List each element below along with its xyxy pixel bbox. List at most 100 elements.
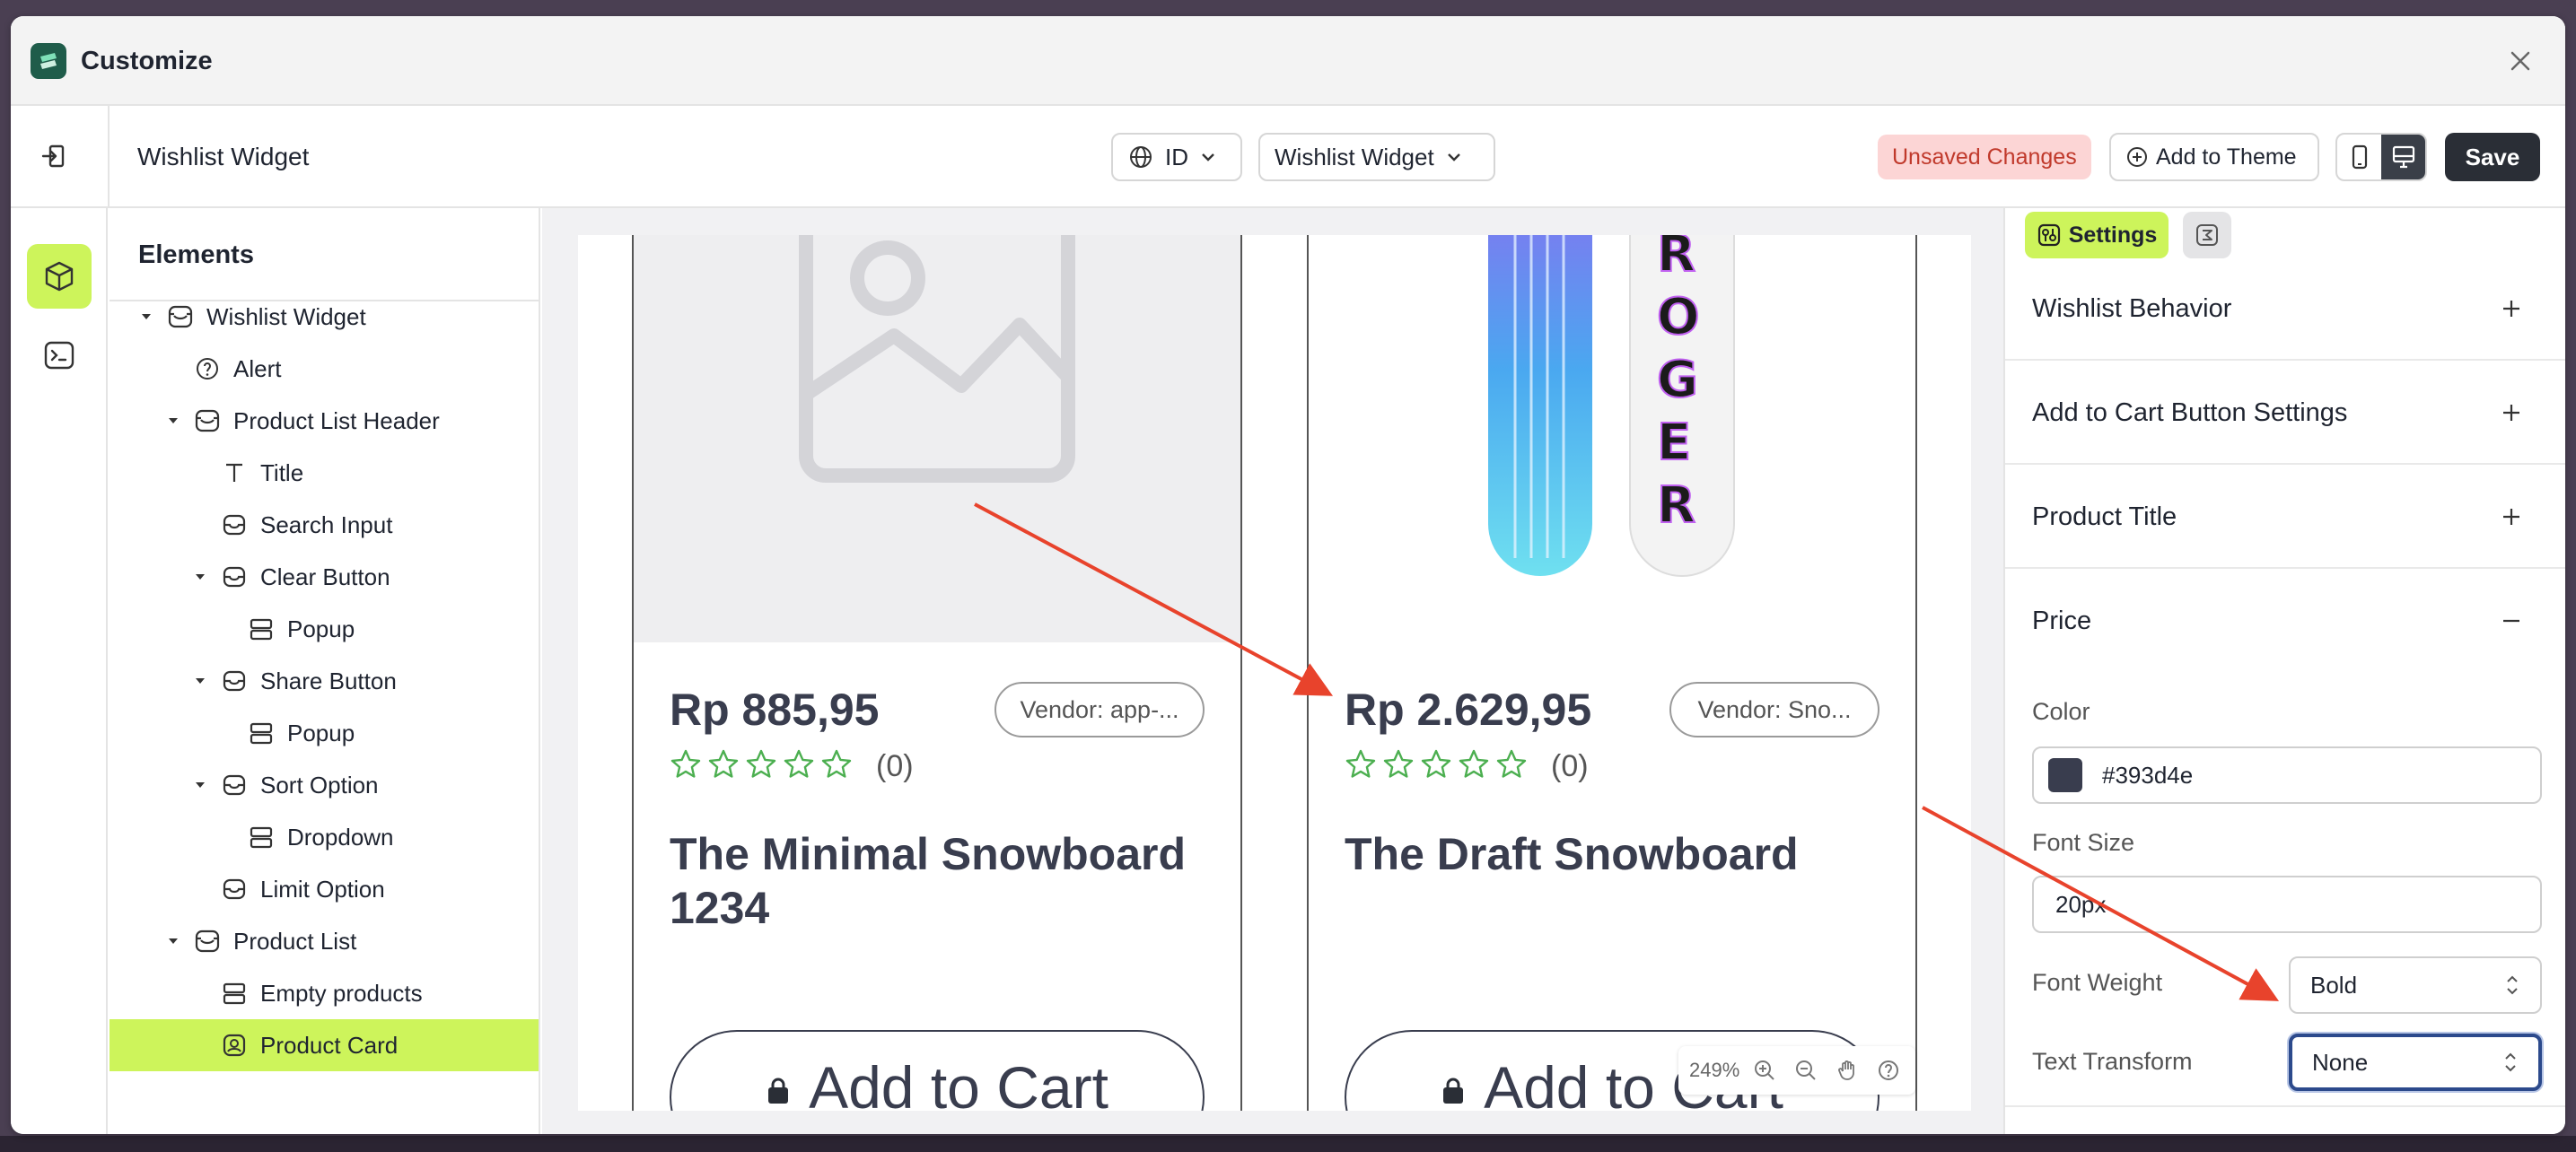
tree-item-alert[interactable]: Alert	[110, 343, 539, 395]
globe-icon	[1130, 146, 1152, 168]
settings-sliders-icon	[2037, 223, 2060, 247]
tree-item-label: Share Button	[260, 667, 397, 694]
color-field[interactable]: #393d4e	[2032, 746, 2542, 804]
save-button[interactable]: Save	[2445, 133, 2540, 181]
exit-icon[interactable]	[36, 138, 72, 174]
tree-item-label: Alert	[233, 354, 282, 382]
star-icon	[1383, 749, 1414, 778]
tree-item-label: Limit Option	[260, 875, 385, 903]
close-icon[interactable]	[2502, 43, 2538, 79]
plus-icon[interactable]	[2493, 395, 2529, 431]
widget-icon	[194, 928, 221, 955]
star-icon	[670, 749, 701, 778]
svg-text:R: R	[1657, 235, 1695, 284]
shopping-bag-icon	[768, 1078, 789, 1104]
tree-item-empty-products[interactable]: Empty products	[110, 967, 539, 1019]
help-circle-icon	[194, 355, 221, 382]
add-to-cart-button[interactable]: Add to Cart	[670, 1030, 1205, 1111]
divider	[108, 106, 110, 206]
header-toolbar: Wishlist Widget ID Wishlist Widget Unsav…	[11, 106, 2565, 208]
rating-count: (0)	[876, 749, 914, 783]
plus-circle-icon	[2127, 147, 2147, 167]
shopping-bag-icon	[1443, 1078, 1464, 1104]
caret-down-icon[interactable]	[165, 935, 181, 947]
caret-down-icon[interactable]	[192, 571, 208, 583]
widget-icon	[194, 407, 221, 434]
svg-text:G: G	[1657, 351, 1698, 409]
code-terminal-icon[interactable]	[27, 323, 92, 388]
tree-item-wishlist-widget[interactable]: Wishlist Widget	[110, 291, 539, 343]
tree-item-popup[interactable]: Popup	[110, 707, 539, 759]
tree-item-dropdown[interactable]: Dropdown	[110, 811, 539, 863]
inbox-icon	[221, 876, 248, 903]
section-label: Wishlist Behavior	[2032, 294, 2232, 323]
caret-down-icon[interactable]	[138, 310, 154, 323]
minus-icon[interactable]	[2493, 603, 2529, 639]
tree-item-title[interactable]: Title	[110, 447, 539, 499]
tree-item-label: Popup	[287, 615, 355, 642]
inbox-icon	[221, 772, 248, 799]
tab-settings[interactable]: Settings	[2025, 212, 2169, 258]
section-label: Price	[2032, 607, 2092, 635]
desktop-view-icon[interactable]	[2381, 135, 2425, 179]
font-size-field[interactable]: 20px	[2032, 876, 2542, 933]
tree-item-product-card[interactable]: Product Card	[110, 1019, 539, 1071]
tree-item-product-list-header[interactable]: Product List Header	[110, 395, 539, 447]
plus-icon[interactable]	[2493, 499, 2529, 535]
chevron-down-icon	[1447, 153, 1460, 161]
color-swatch[interactable]	[2048, 758, 2082, 792]
placeholder-image-icon	[799, 235, 1075, 483]
section-label: Product Title	[2032, 502, 2177, 531]
pan-hand-icon[interactable]	[1831, 1054, 1863, 1087]
zoom-out-icon[interactable]	[1790, 1054, 1822, 1087]
product-card[interactable]: Rp 885,95 Vendor: app-... (0) The Minima…	[632, 235, 1242, 1111]
preview-area: Rp 885,95 Vendor: app-... (0) The Minima…	[578, 235, 1971, 1111]
product-card[interactable]: R O G E R Rp 2.629,95 Vendor: Sno... (0)…	[1307, 235, 1917, 1111]
tree-item-clear-button[interactable]: Clear Button	[110, 551, 539, 603]
font-weight-select[interactable]: Bold	[2289, 956, 2542, 1014]
color-label: Color	[2032, 698, 2090, 725]
star-icon	[821, 749, 852, 778]
section-product-title[interactable]: Product Title	[2005, 465, 2565, 569]
language-select[interactable]: ID	[1111, 133, 1242, 181]
layout-icon	[248, 720, 275, 746]
add-to-theme-button[interactable]: Add to Theme	[2109, 133, 2319, 181]
widget-select[interactable]: Wishlist Widget	[1258, 133, 1495, 181]
tree-item-limit-option[interactable]: Limit Option	[110, 863, 539, 915]
svg-text:R: R	[1657, 476, 1695, 535]
tree-item-search-input[interactable]: Search Input	[110, 499, 539, 551]
mobile-view-icon[interactable]	[2337, 135, 2381, 179]
rating-stars	[670, 748, 853, 781]
tree-item-popup[interactable]: Popup	[110, 603, 539, 655]
plus-icon[interactable]	[2493, 291, 2529, 327]
product-image	[634, 235, 1240, 642]
caret-down-icon[interactable]	[192, 779, 208, 791]
tree-item-label: Product List	[233, 927, 357, 955]
tree-item-sort-option[interactable]: Sort Option	[110, 759, 539, 811]
tree-item-share-button[interactable]: Share Button	[110, 655, 539, 707]
window-title: Customize	[81, 47, 213, 75]
section-add-to-cart-button-settings[interactable]: Add to Cart Button Settings	[2005, 361, 2565, 465]
caret-down-icon[interactable]	[165, 415, 181, 427]
caret-down-icon[interactable]	[192, 675, 208, 687]
vendor-badge: Vendor: Sno...	[1669, 682, 1879, 737]
product-title: The Draft Snowboard	[1345, 829, 1799, 879]
widget-select-value: Wishlist Widget	[1275, 143, 1434, 170]
inbox-icon	[221, 563, 248, 590]
product-image: R O G E R	[1309, 235, 1915, 642]
text-transform-select[interactable]: None	[2289, 1034, 2542, 1091]
star-icon	[1459, 749, 1489, 778]
tree-item-label: Wishlist Widget	[206, 302, 366, 330]
page-title: Wishlist Widget	[137, 143, 310, 170]
tab-formula[interactable]	[2183, 212, 2231, 258]
section-wishlist-behavior[interactable]: Wishlist Behavior	[2005, 257, 2565, 361]
section-price: Price Color #393d4e Font Size 20px Font …	[2005, 569, 2565, 1107]
color-value: #393d4e	[2102, 761, 2194, 789]
help-icon[interactable]	[1872, 1054, 1905, 1087]
star-icon	[746, 749, 776, 778]
elements-cube-icon[interactable]	[27, 244, 92, 309]
zoom-in-icon[interactable]	[1748, 1054, 1781, 1087]
device-toggle	[2335, 133, 2427, 181]
tree-item-product-list[interactable]: Product List	[110, 915, 539, 967]
add-to-theme-label: Add to Theme	[2156, 144, 2297, 170]
